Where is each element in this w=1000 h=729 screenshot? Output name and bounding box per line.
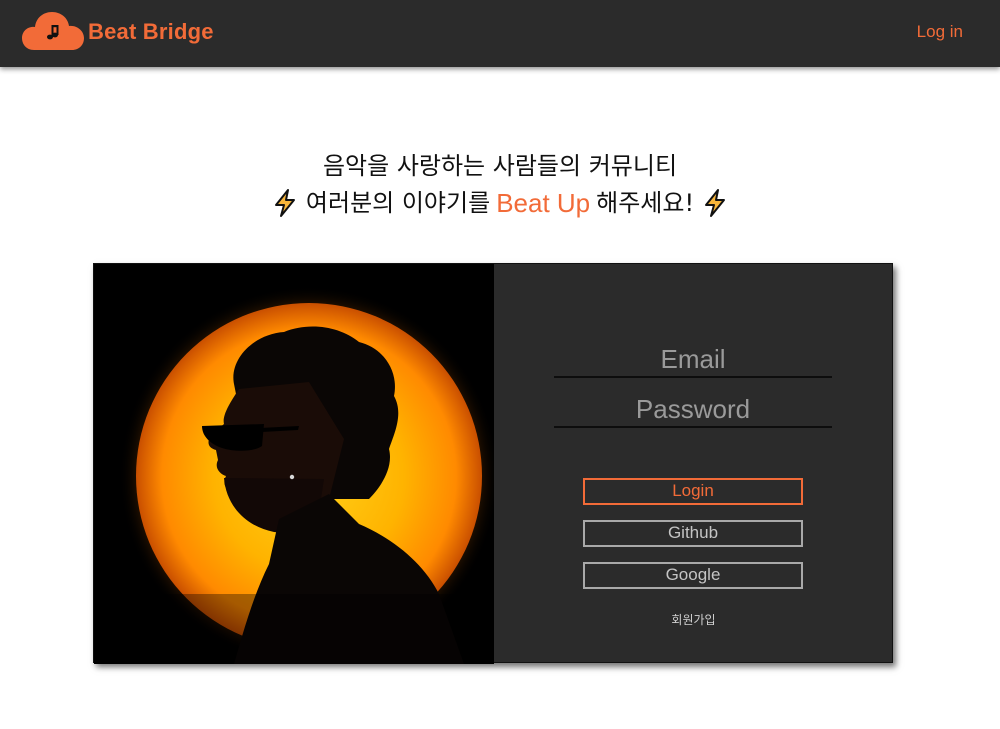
top-navbar: Beat Bridge Log in — [0, 0, 1000, 67]
cloud-music-note-icon[interactable] — [22, 10, 84, 52]
hero-highlight: Beat Up — [496, 188, 591, 218]
github-login-button[interactable]: Github — [583, 520, 803, 547]
signup-link[interactable]: 회원가입 — [494, 611, 893, 628]
lightning-bolt-icon — [274, 189, 295, 217]
hero-headline: 음악을 사랑하는 사람들의 커뮤니티 여러분의 이야기를 Beat Up 해주세… — [0, 150, 1000, 222]
hero-line-2-before: 여러분의 이야기를 — [305, 189, 491, 217]
email-field[interactable] — [554, 342, 832, 378]
google-login-button[interactable]: Google — [583, 562, 803, 589]
login-form: Login Github Google 회원가입 — [494, 264, 893, 663]
lightning-bolt-icon — [705, 189, 726, 217]
login-card: Login Github Google 회원가입 — [93, 263, 893, 664]
login-button[interactable]: Login — [583, 478, 803, 505]
hero-line-2-after: 해주세요! — [596, 189, 695, 217]
artist-silhouette-photo — [94, 264, 494, 664]
brand-name[interactable]: Beat Bridge — [88, 19, 214, 45]
login-link[interactable]: Log in — [917, 22, 963, 42]
hero-line-2: 여러분의 이야기를 Beat Up 해주세요! — [0, 184, 1000, 222]
password-field[interactable] — [554, 392, 832, 428]
hero-line-1: 음악을 사랑하는 사람들의 커뮤니티 — [322, 152, 678, 180]
